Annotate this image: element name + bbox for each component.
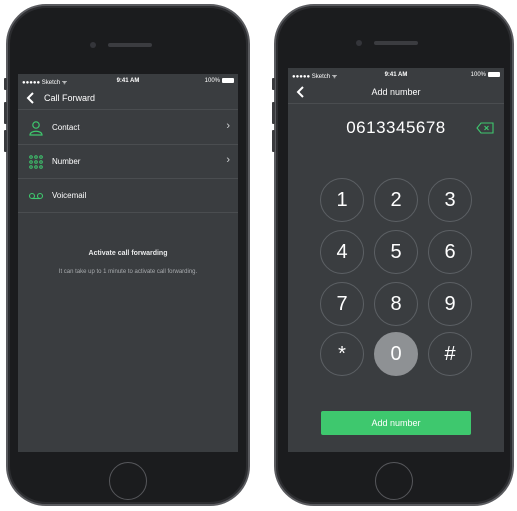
nav-bar: Add number	[288, 82, 504, 104]
page-title: Add number	[371, 87, 421, 97]
front-camera	[90, 42, 96, 48]
key-4[interactable]: 4	[320, 230, 364, 274]
key-2[interactable]: 2	[374, 178, 418, 222]
battery-icon	[222, 78, 234, 83]
key-9[interactable]: 9	[428, 282, 472, 326]
battery-percent: 100%	[470, 72, 486, 78]
key-1[interactable]: 1	[320, 178, 364, 222]
battery-percent: 100%	[204, 78, 220, 84]
phone-number-display: 0613345678	[346, 118, 446, 137]
key-star[interactable]: *	[320, 332, 364, 376]
key-hash[interactable]: #	[428, 332, 472, 376]
activate-description: It can take up to 1 minute to activate c…	[58, 269, 198, 275]
person-icon	[28, 120, 44, 136]
row-contact[interactable]: Contact ›	[18, 111, 238, 145]
chevron-right-icon: ›	[226, 154, 230, 166]
left-phone: ●●●●● Sketch ᯤ 9:41 AM 100% Call Forward…	[4, 4, 250, 506]
add-number-button[interactable]: Add number	[321, 411, 471, 435]
earpiece-speaker	[374, 41, 418, 45]
battery-icon	[488, 72, 500, 77]
chevron-left-icon[interactable]	[26, 91, 36, 107]
home-button[interactable]	[109, 462, 147, 500]
row-label: Voicemail	[52, 191, 87, 200]
status-bar: ●●●●● Sketch ᯤ 9:41 AM 100%	[18, 74, 238, 88]
silent-switch	[4, 78, 7, 90]
status-bar: ●●●●● Sketch ᯤ 9:41 AM 100%	[288, 68, 504, 82]
row-label: Number	[52, 157, 81, 166]
keypad-icon	[28, 154, 44, 170]
volume-down-button	[4, 130, 7, 152]
left-screen: ●●●●● Sketch ᯤ 9:41 AM 100% Call Forward…	[18, 74, 238, 452]
volume-down-button	[272, 130, 275, 152]
volume-up-button	[272, 102, 275, 124]
right-phone: ●●●●● Sketch ᯤ 9:41 AM 100% Add number 0…	[272, 4, 514, 506]
key-8[interactable]: 8	[374, 282, 418, 326]
key-5[interactable]: 5	[374, 230, 418, 274]
key-0[interactable]: 0	[374, 332, 418, 376]
chevron-right-icon: ›	[226, 120, 230, 132]
backspace-icon[interactable]	[476, 121, 494, 134]
volume-up-button	[4, 102, 7, 124]
row-label: Contact	[52, 123, 80, 132]
activate-title: Activate call forwarding	[88, 250, 168, 257]
page-title: Call Forward	[44, 93, 96, 103]
key-6[interactable]: 6	[428, 230, 472, 274]
front-camera	[356, 40, 362, 46]
key-3[interactable]: 3	[428, 178, 472, 222]
home-button[interactable]	[375, 462, 413, 500]
row-number[interactable]: Number ›	[18, 145, 238, 179]
right-screen: ●●●●● Sketch ᯤ 9:41 AM 100% Add number 0…	[288, 68, 504, 452]
voicemail-icon	[28, 188, 44, 204]
earpiece-speaker	[108, 43, 152, 47]
nav-bar: Call Forward	[18, 88, 238, 110]
silent-switch	[272, 78, 275, 90]
key-7[interactable]: 7	[320, 282, 364, 326]
row-voicemail[interactable]: Voicemail	[18, 179, 238, 213]
